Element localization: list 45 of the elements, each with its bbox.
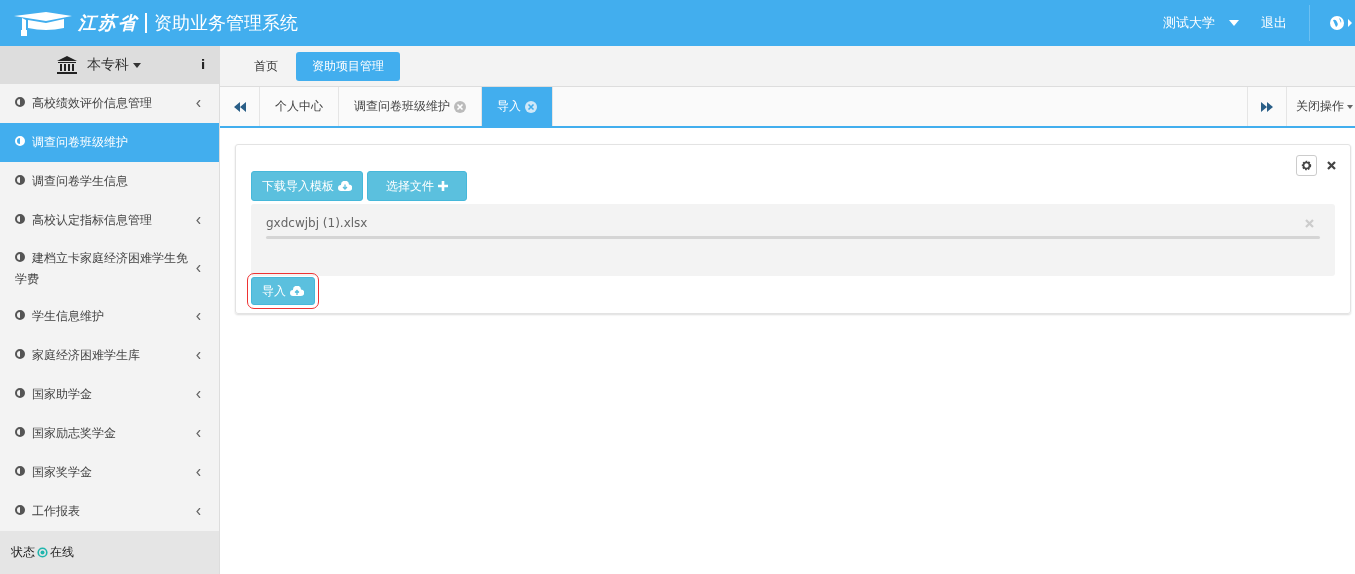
half-circle-icon xyxy=(15,214,25,225)
sidebar-item[interactable]: 国家助学金 xyxy=(0,375,219,415)
close-operations-menu[interactable]: 关闭操作 xyxy=(1287,87,1355,126)
half-circle-icon xyxy=(15,427,25,438)
half-circle-icon xyxy=(15,251,25,262)
half-circle-icon xyxy=(15,349,25,360)
plus-icon xyxy=(438,181,448,191)
half-circle-icon xyxy=(15,466,25,477)
status-value: 在线 xyxy=(50,544,74,562)
online-dot-icon xyxy=(37,547,48,559)
settings-icon xyxy=(1301,160,1312,171)
page-tab[interactable]: 个人中心 xyxy=(260,87,339,126)
cloud-upload-icon xyxy=(290,286,304,296)
sidebar-item[interactable]: 高校认定指标信息管理 xyxy=(0,201,219,241)
sidebar-item[interactable]: 高校绩效评价信息管理 xyxy=(0,84,219,124)
sidebar-item[interactable]: 学生信息维护 xyxy=(0,297,219,337)
half-circle-icon xyxy=(15,97,25,108)
app-title: 资助业务管理系统 xyxy=(154,11,298,35)
scroll-right-button[interactable] xyxy=(1247,87,1287,126)
bank-icon xyxy=(57,56,77,75)
close-icon[interactable] xyxy=(1327,161,1336,170)
caret-icon xyxy=(1347,104,1353,109)
cloud-download-icon xyxy=(338,181,352,191)
caret-icon xyxy=(1229,20,1239,26)
sidebar-item[interactable]: 国家奖学金 xyxy=(0,453,219,493)
info-text[interactable]: i xyxy=(200,58,205,73)
caret-icon xyxy=(133,62,141,68)
settings-button[interactable] xyxy=(1296,155,1317,176)
sidebar-item[interactable]: 国家励志奖学金 xyxy=(0,414,219,454)
level-dropdown[interactable]: 本专科 xyxy=(87,56,141,75)
sidebar-item[interactable]: 调查问卷学生信息 xyxy=(0,162,219,202)
status-label: 状态 xyxy=(11,544,35,562)
file-name: gxdcwjbj (1).xlsx xyxy=(266,216,368,230)
nav-tab[interactable]: 首页 xyxy=(238,51,294,81)
double-right-icon xyxy=(1261,101,1273,112)
half-circle-icon xyxy=(15,505,25,516)
half-circle-icon xyxy=(15,175,25,186)
double-left-icon xyxy=(233,101,246,112)
sidebar-item[interactable]: 建档立卡家庭经济困难学生免学费 xyxy=(0,240,219,298)
half-circle-icon xyxy=(15,136,25,147)
half-circle-icon xyxy=(15,310,25,321)
logo-text: 江苏省 xyxy=(78,11,138,35)
sidebar-item[interactable]: 工作报表 xyxy=(0,492,219,532)
sidebar-item[interactable]: 家庭经济困难学生库 xyxy=(0,336,219,376)
half-circle-icon xyxy=(15,388,25,399)
